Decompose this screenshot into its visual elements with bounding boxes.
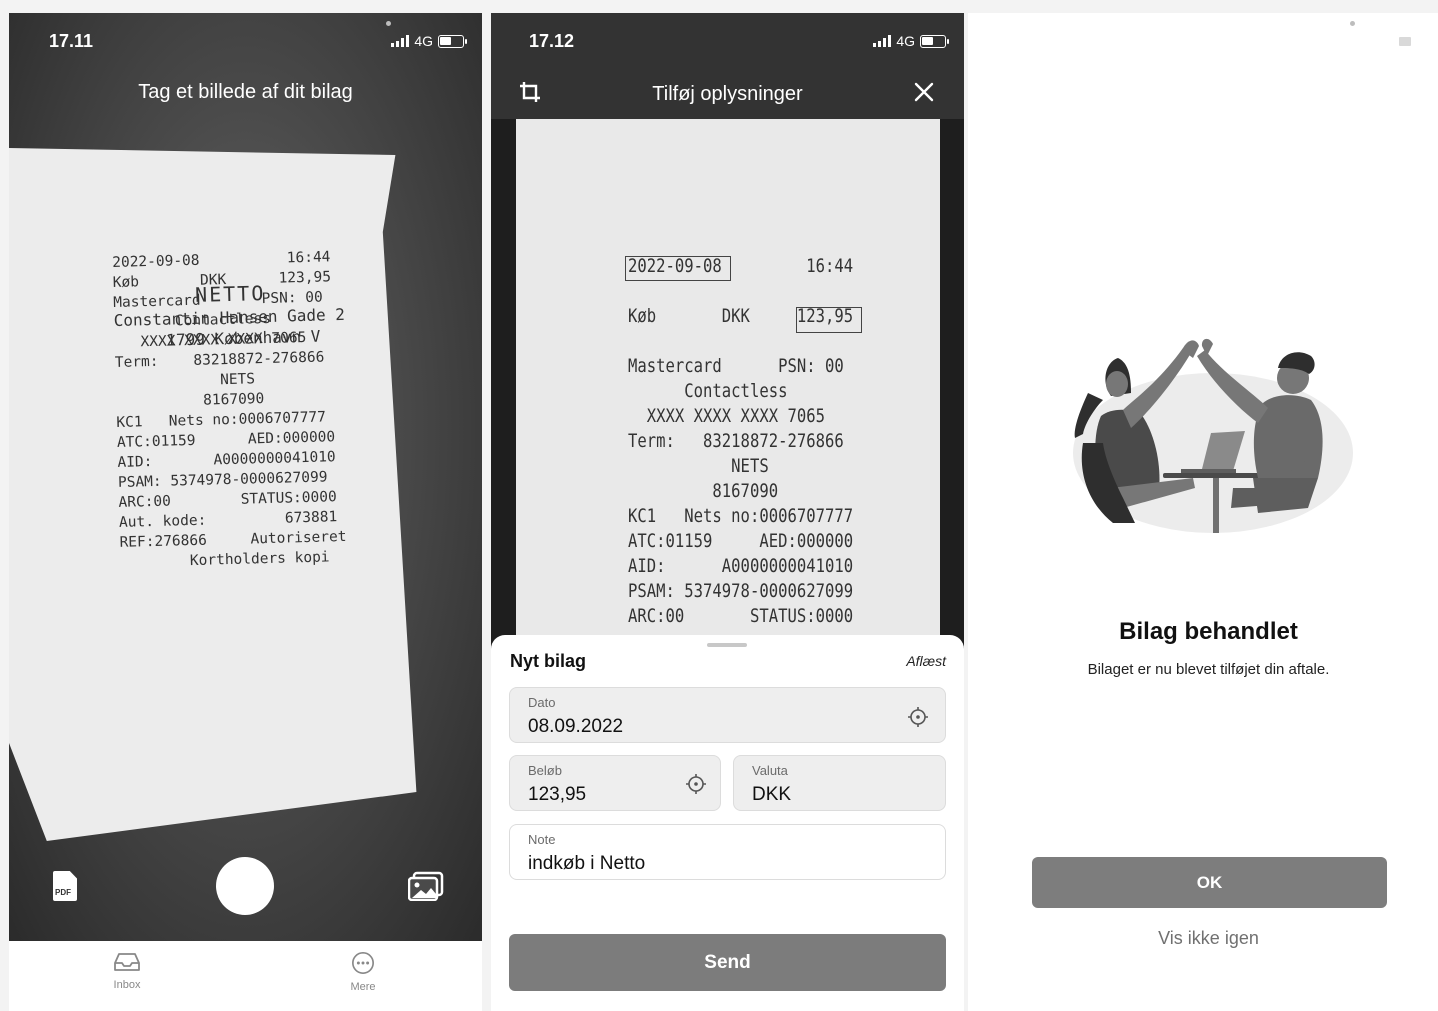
status-bar: 17.11 4G: [9, 13, 482, 69]
note-field[interactable]: Note indkøb i Netto: [509, 824, 946, 880]
camera-screen: 17.11 4G Tag et billede af dit bilag 202…: [9, 13, 482, 1011]
currency-label: Valuta: [752, 763, 788, 778]
amount-value: 123,95: [528, 784, 587, 805]
camera-indicator-dot: [1350, 21, 1355, 26]
receipt-line: KC1 Nets no:0006707777: [628, 505, 854, 527]
tab-inbox[interactable]: Inbox: [87, 951, 167, 991]
note-label: Note: [528, 832, 556, 847]
tab-more[interactable]: Mere: [323, 951, 403, 993]
locate-icon[interactable]: [685, 773, 707, 795]
send-button[interactable]: Send: [509, 934, 946, 991]
receipt-line: [628, 279, 853, 304]
success-message: Bilaget er nu blevet tilføjet din aftale…: [1087, 661, 1330, 678]
date-value: 08.09.2022: [528, 716, 624, 737]
locate-icon[interactable]: [907, 706, 929, 728]
new-receipt-sheet: Nyt bilag Aflæst Dato 08.09.2022 Beløb 1…: [491, 635, 964, 1011]
scan-status: Aflæst: [906, 653, 946, 669]
amount-label: Beløb: [528, 763, 562, 778]
receipt-photo: 2022-09-08 16:44 Køb DKK 123,95 Masterca…: [516, 119, 940, 659]
receipt-line: Term: 83218872-276866: [628, 430, 844, 452]
receipt-line: Contactless: [628, 380, 788, 402]
signal-icon: [391, 35, 410, 47]
page: 17.11 4G Tag et billede af dit bilag 202…: [0, 0, 1438, 1011]
header: 17.12 4G Tilføj oplysninger: [491, 13, 964, 119]
status-time: 17.11: [49, 31, 94, 51]
date-highlight-box: [625, 256, 731, 281]
currency-field[interactable]: Valuta DKK: [733, 755, 946, 811]
signal-icon: [873, 35, 892, 47]
pdf-upload-button[interactable]: PDF: [53, 871, 77, 901]
inbox-icon: [114, 953, 140, 971]
sheet-title: Nyt bilag: [510, 651, 587, 671]
amount-field[interactable]: Beløb 123,95: [509, 755, 721, 811]
tab-more-label: Mere: [350, 981, 376, 993]
receipt-text: 2022-09-08 16:44 Køb DKK 123,95 Mastercard…: [112, 246, 374, 569]
date-label: Dato: [528, 695, 556, 710]
screen-title: Tilføj oplysninger: [652, 83, 803, 105]
status-time: 17.12: [529, 31, 575, 51]
camera-title: Tag et billede af dit bilag: [138, 81, 353, 103]
pdf-label: PDF: [55, 888, 71, 897]
amount-highlight-box: [796, 307, 862, 333]
sheet-grab-handle[interactable]: [707, 643, 747, 647]
receipt-line: NETS: [628, 455, 769, 477]
shutter-button[interactable]: [216, 857, 274, 915]
status-right: 4G: [391, 33, 467, 49]
camera-viewfinder: 17.11 4G Tag et billede af dit bilag 202…: [9, 13, 482, 941]
receipt-line: ATC:01159 AED:000000: [628, 530, 854, 552]
status-bar: 17.12 4G: [491, 13, 964, 69]
dont-show-again-link[interactable]: Vis ikke igen: [968, 928, 1438, 949]
tab-inbox-label: Inbox: [113, 979, 141, 991]
close-icon[interactable]: [913, 81, 935, 103]
battery-icon: [438, 34, 467, 48]
note-value: indkøb i Netto: [528, 853, 646, 874]
success-title: Bilag behandlet: [1119, 618, 1298, 645]
currency-value: DKK: [752, 784, 792, 805]
receipt-line: 8167090: [628, 480, 779, 502]
ok-button[interactable]: OK: [1032, 857, 1387, 908]
receipt-line: AID: A0000000041010: [628, 555, 854, 577]
receipt-line: ARC:00 STATUS:0000: [628, 605, 854, 627]
receipt-line: Mastercard PSN: 00: [628, 355, 844, 377]
status-right: 4G: [873, 33, 949, 49]
more-icon: [352, 952, 374, 974]
corner-indicator: [1399, 37, 1411, 46]
battery-icon: [920, 34, 949, 48]
tab-bar: Inbox Mere: [9, 941, 482, 1011]
receipt-line: XXXX XXXX XXXX 7065: [628, 405, 825, 427]
high-five-illustration: [1073, 338, 1353, 533]
network-type: 4G: [896, 33, 915, 49]
gallery-icon[interactable]: [408, 871, 444, 901]
date-field[interactable]: Dato 08.09.2022: [509, 687, 946, 743]
receipt-line: PSAM: 5374978-0000627099: [628, 580, 854, 602]
add-info-screen: 17.12 4G Tilføj oplysninger 2022-09-08 1…: [491, 13, 964, 1011]
network-type: 4G: [414, 33, 433, 49]
receipt-processed-screen: Bilag behandlet Bilaget er nu blevet til…: [968, 13, 1438, 1011]
receipt-preview: 2022-09-08 16:44 Køb DKK 123,95 Masterca…: [491, 119, 964, 659]
receipt-photo: 2022-09-08 16:44 Køb DKK 123,95 Mastercard…: [9, 148, 417, 841]
